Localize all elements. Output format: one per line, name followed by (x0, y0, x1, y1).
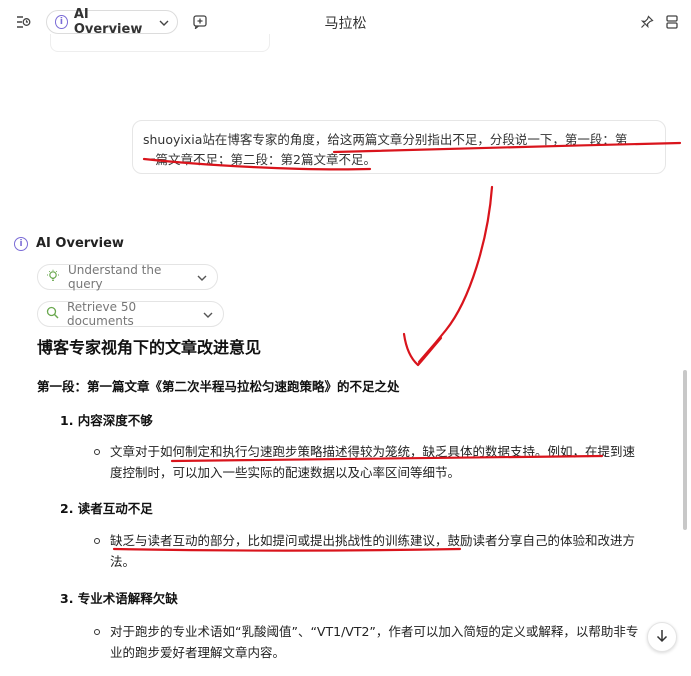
list-item-bullet: 缺乏与读者互动的部分，比如提问或提出挑战性的训练建议，鼓励读者分享自己的体验和改… (94, 530, 689, 572)
mode-label: AI Overview (73, 7, 143, 37)
answer-heading: 博客专家视角下的文章改进意见 (37, 338, 262, 357)
step-understand-query[interactable]: Understand the query (37, 263, 218, 291)
search-icon (46, 306, 59, 322)
arrow-annotation (402, 332, 443, 367)
arrow-annotation (417, 185, 494, 364)
bullet-text-line: 对于跑步的专业术语如“乳酸阈值”、“VT1/VT2”，作者可以加入简短的定义或解… (110, 624, 639, 639)
chevron-down-icon (159, 15, 169, 30)
user-message-bubble: shuoyixia站在博客专家的角度，给这两篇文章分别指出不足，分段说一下，第一… (132, 120, 666, 174)
pin-icon[interactable] (639, 14, 655, 30)
list-item-bullet: 对于跑步的专业术语如“乳酸阈值”、“VT1/VT2”，作者可以加入简短的定义或解… (94, 621, 689, 663)
list-item-bullet: 文章对于如何制定和执行匀速跑步策略描述得较为笼统，缺乏具体的数据支持。例如，在提… (94, 441, 689, 483)
lightbulb-icon (46, 269, 60, 286)
scroll-down-button[interactable] (647, 622, 677, 652)
step-label: Understand the query (68, 263, 162, 291)
bullet-icon (94, 449, 100, 455)
new-chat-icon[interactable] (191, 14, 209, 30)
list-item-title: 3. 专业术语解释欠缺 (60, 591, 178, 606)
chevron-down-icon (197, 270, 207, 284)
chevron-down-icon (203, 307, 213, 321)
bullet-text-line: 业的跑步爱好者理解文章内容。 (110, 645, 286, 660)
list-item-title: 2. 读者互动不足 (60, 501, 153, 516)
ai-overview-label: AI Overview (36, 236, 124, 251)
bullet-text-line: 度控制时，可以加入一些实际的配速数据以及心率区间等细节。 (110, 465, 461, 480)
history-icon[interactable] (14, 14, 32, 30)
ai-overview-header: i AI Overview (14, 236, 124, 251)
section-heading: 第一段：第一篇文章《第二次半程马拉松匀速跑策略》的不足之处 (37, 379, 400, 394)
ai-overview-icon: i (55, 15, 68, 29)
user-message-line: shuoyixia站在博客专家的角度，给这两篇文章分别指出不足，分段说一下，第一… (143, 132, 628, 147)
layout-icon[interactable] (664, 14, 680, 30)
list-item-title: 1. 内容深度不够 (60, 413, 153, 428)
bullet-text-line: 法。 (110, 554, 136, 569)
bullet-text-line: 文章对于如何制定和执行匀速跑步策略描述得较为笼统，缺乏具体的数据支持。例如，在提… (110, 444, 636, 459)
bullet-icon (94, 538, 100, 544)
step-label: Retrieve 50 documents (67, 300, 137, 328)
ai-overview-icon: i (14, 236, 28, 251)
mode-selector[interactable]: i AI Overview (46, 7, 178, 37)
user-message-line: 一篇文章不足；第二段：第2篇文章不足。 (143, 152, 376, 167)
arrow-down-icon (656, 628, 668, 647)
previous-message-card (50, 34, 270, 52)
bullet-text-line: 缺乏与读者互动的部分，比如提问或提出挑战性的训练建议，鼓励读者分享自己的体验和改… (110, 533, 636, 548)
step-retrieve-documents[interactable]: Retrieve 50 documents (37, 300, 224, 328)
bullet-icon (94, 629, 100, 635)
